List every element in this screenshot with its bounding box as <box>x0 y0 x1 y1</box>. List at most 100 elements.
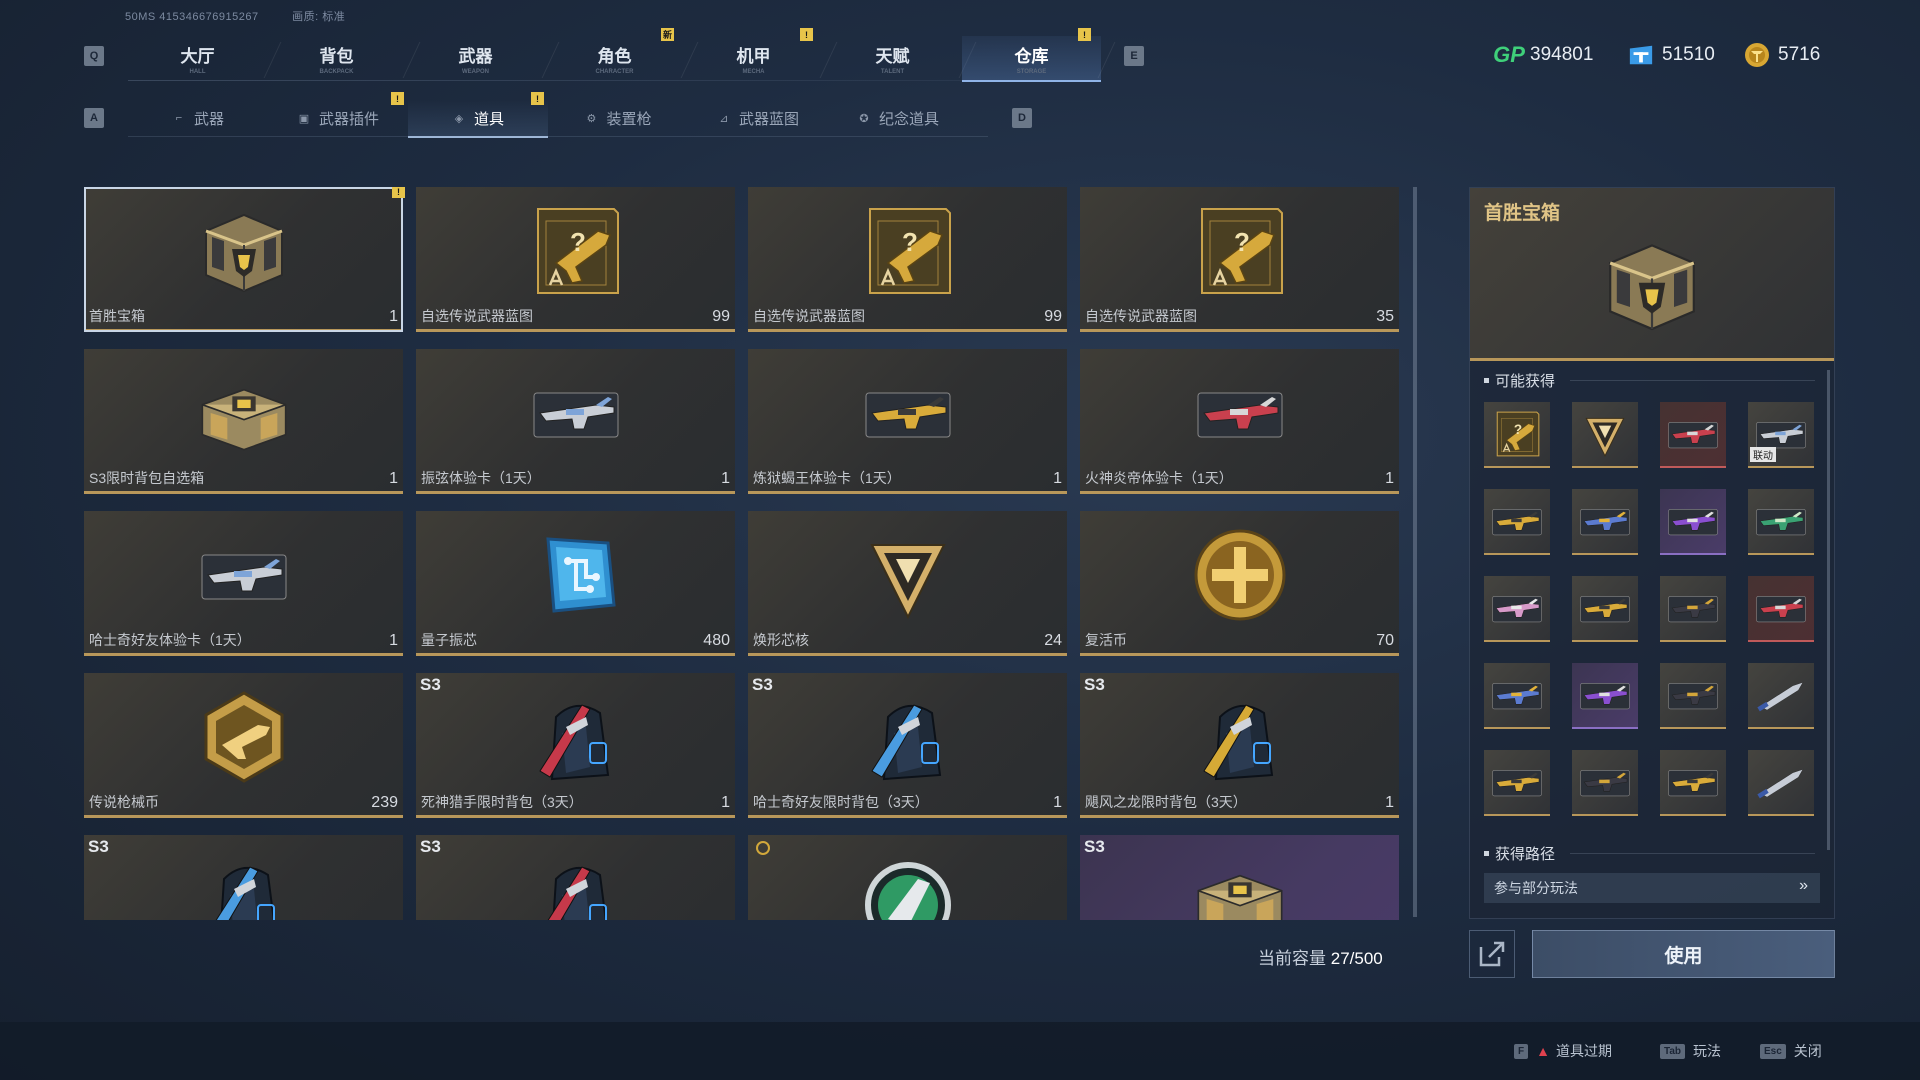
source-item-row[interactable]: 参与部分玩法 » <box>1484 873 1820 903</box>
use-button[interactable]: 使用 <box>1532 930 1835 978</box>
item-card[interactable]: 火神炎帝体验卡（1天） 1 <box>1080 349 1399 494</box>
reward-item[interactable] <box>1572 576 1638 642</box>
tab-sub-2[interactable]: ◈ 道具! <box>408 92 548 138</box>
key-a-hint: A <box>84 108 104 128</box>
reward-item[interactable] <box>1660 750 1726 816</box>
item-count: 1 <box>1053 470 1062 487</box>
tab-main-6[interactable]: 仓库 STORAGE! <box>962 28 1101 82</box>
tab-main-sublabel: MECHA <box>742 68 765 75</box>
item-card[interactable]: 量子振芯 480 <box>416 511 735 656</box>
item-card[interactable]: S3 哈士奇好友限时背包（3天） 1 <box>748 673 1067 818</box>
item-count: 1 <box>721 794 730 811</box>
item-image <box>526 525 626 625</box>
item-image <box>194 687 294 787</box>
svg-text:?: ? <box>570 227 586 257</box>
item-card[interactable]: S3限时背包自选箱 1 <box>84 349 403 494</box>
item-name: 自选传说武器蓝图 <box>421 308 533 324</box>
share-button[interactable] <box>1469 930 1515 978</box>
tab-main-sublabel: CHARACTER <box>595 68 634 75</box>
tab-main-5[interactable]: 天赋 TALENT <box>823 36 962 80</box>
item-card[interactable]: S3 飓风之龙限时背包（3天） 1 <box>1080 673 1399 818</box>
source-title: 获得路径 <box>1484 843 1555 864</box>
tab-sub-label: 道具 <box>473 110 504 128</box>
item-image <box>526 363 626 463</box>
reward-item[interactable] <box>1572 663 1638 729</box>
item-card[interactable]: 哈士奇好友体验卡（1天） 1 <box>84 511 403 656</box>
reward-item[interactable]: ? <box>1484 402 1550 468</box>
season-tag: S3 <box>420 837 441 856</box>
tab-sub-5[interactable]: ✪ 纪念道具 <box>828 100 968 136</box>
tab-main-4[interactable]: 机甲 MECHA! <box>684 28 823 80</box>
season-tag: S3 <box>420 675 441 694</box>
reward-image <box>1576 495 1634 547</box>
clock-icon <box>756 841 770 855</box>
item-image <box>858 849 958 920</box>
item-card[interactable]: 复活币 70 <box>1080 511 1399 656</box>
item-card[interactable]: S3 <box>416 835 735 920</box>
tab-main-0[interactable]: 大厅 HALL <box>128 36 267 80</box>
reward-item[interactable] <box>1484 489 1550 555</box>
footer-hint[interactable]: Tab 玩法 <box>1660 1041 1721 1061</box>
item-card[interactable]: ? 自选传说武器蓝图 35 <box>1080 187 1399 332</box>
notification-badge: ! <box>1078 28 1091 41</box>
reward-item[interactable] <box>1660 663 1726 729</box>
item-card[interactable]: ? 自选传说武器蓝图 99 <box>416 187 735 332</box>
item-card[interactable]: 焕形芯核 24 <box>748 511 1067 656</box>
item-name: 量子振芯 <box>421 632 477 648</box>
item-card[interactable]: S3 死神猎手限时背包（3天） 1 <box>416 673 735 818</box>
svg-text:?: ? <box>1234 227 1250 257</box>
footer-hint-label: 关闭 <box>1793 1043 1822 1059</box>
tab-sub-0[interactable]: ⌐ 武器 <box>128 100 268 136</box>
item-card[interactable]: 首胜宝箱 1! <box>84 187 405 332</box>
reward-item[interactable] <box>1748 750 1814 816</box>
item-card[interactable]: 传说枪械币 239 <box>84 673 403 818</box>
item-name: 哈士奇好友限时背包（3天） <box>753 794 929 810</box>
tab-main-2[interactable]: 武器 WEAPON <box>406 36 545 80</box>
item-count: 1 <box>389 308 398 325</box>
tab-sub-1[interactable]: ▣ 武器插件! <box>268 92 408 136</box>
tab-main-label: 仓库 <box>1014 46 1049 66</box>
grid-scrollbar[interactable] <box>1413 187 1417 917</box>
tab-main-3[interactable]: 角色 CHARACTER 新 <box>545 28 684 80</box>
reward-item[interactable]: 联动 <box>1748 402 1814 468</box>
item-card[interactable]: ? 自选传说武器蓝图 99 <box>748 187 1067 332</box>
item-card[interactable]: 炼狱蝎王体验卡（1天） 1 <box>748 349 1067 494</box>
reward-item[interactable] <box>1748 489 1814 555</box>
item-card[interactable]: S3 <box>84 835 403 920</box>
source-item-label: 参与部分玩法 <box>1494 880 1578 896</box>
item-count: 99 <box>712 308 730 325</box>
item-count: 1 <box>1053 794 1062 811</box>
item-card[interactable] <box>748 835 1067 920</box>
tab-sub-3[interactable]: ⚙ 装置枪 <box>548 100 688 136</box>
share-icon <box>1479 941 1505 967</box>
tab-sub-label: 纪念道具 <box>878 110 939 128</box>
ping-label: 50MS 415346676915267 <box>125 11 259 23</box>
item-count: 1 <box>389 470 398 487</box>
reward-item[interactable] <box>1572 750 1638 816</box>
reward-item[interactable] <box>1660 489 1726 555</box>
reward-item[interactable] <box>1484 750 1550 816</box>
tab-sub-4[interactable]: ⊿ 武器蓝图 <box>688 100 828 136</box>
tab-main-label: 角色 <box>597 46 632 66</box>
item-card[interactable]: 振弦体验卡（1天） 1 <box>416 349 735 494</box>
reward-item[interactable] <box>1484 663 1550 729</box>
footer-bar <box>0 1022 1920 1080</box>
item-name: 火神炎帝体验卡（1天） <box>1085 470 1233 486</box>
item-name: 复活币 <box>1085 632 1127 648</box>
footer-hint[interactable]: Esc 关闭 <box>1760 1041 1822 1061</box>
reward-item[interactable] <box>1748 663 1814 729</box>
item-card[interactable]: S3 <box>1080 835 1399 920</box>
footer-hint-label: 道具过期 <box>1555 1043 1612 1059</box>
reward-item[interactable] <box>1484 576 1550 642</box>
reward-item[interactable] <box>1572 402 1638 468</box>
item-name: 哈士奇好友体验卡（1天） <box>89 632 251 648</box>
footer-hint[interactable]: F ▲ 道具过期 <box>1514 1041 1612 1061</box>
reward-item[interactable] <box>1660 576 1726 642</box>
reward-item[interactable] <box>1660 402 1726 468</box>
reward-item[interactable] <box>1748 576 1814 642</box>
detail-scrollbar[interactable] <box>1827 370 1830 850</box>
item-count: 1 <box>721 470 730 487</box>
blueprint-icon: ⊿ <box>719 112 729 125</box>
tab-main-1[interactable]: 背包 BACKPACK <box>267 36 406 80</box>
reward-item[interactable] <box>1572 489 1638 555</box>
